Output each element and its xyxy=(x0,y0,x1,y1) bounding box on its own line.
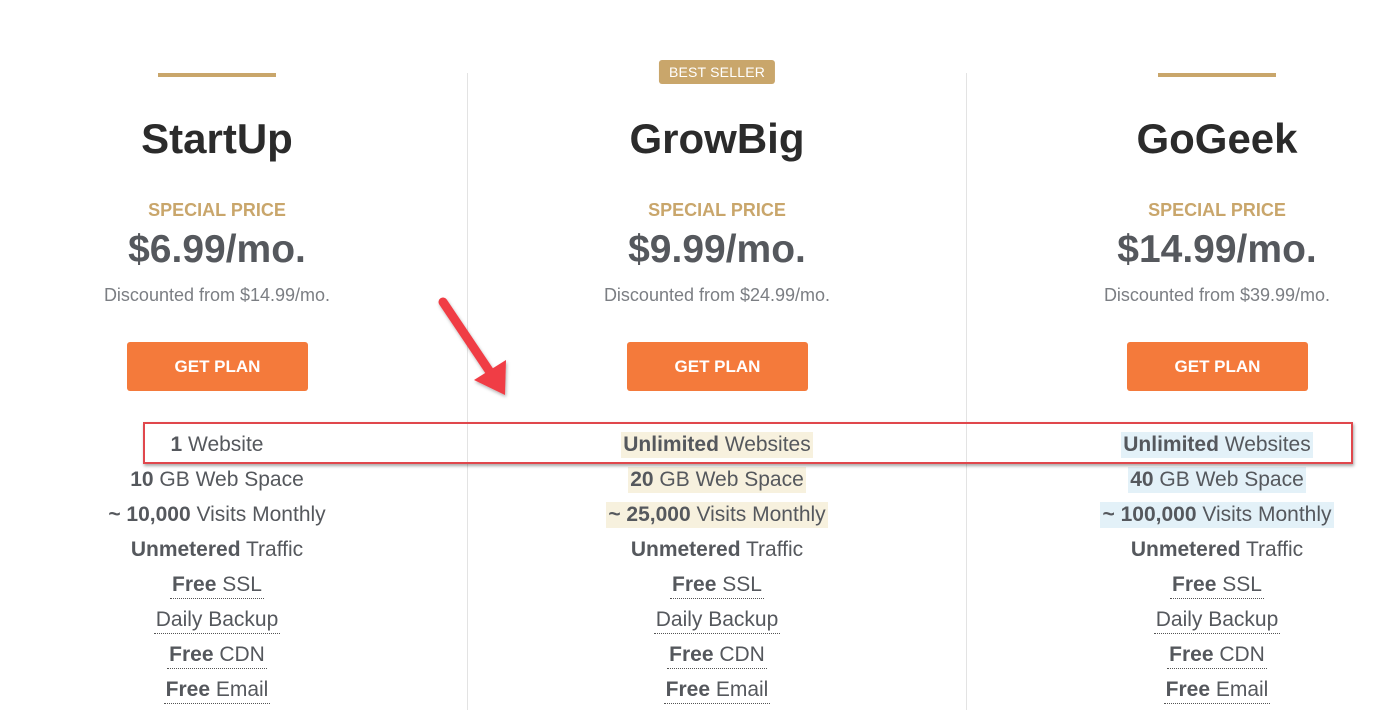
feature-traffic: Unmetered Traffic xyxy=(630,538,804,561)
pricing-plans: StartUp SPECIAL PRICE $6.99/mo. Discount… xyxy=(0,0,1393,710)
get-plan-button[interactable]: GET PLAN xyxy=(127,342,308,391)
plan-card-growbig: BEST SELLER GrowBig SPECIAL PRICE $9.99/… xyxy=(467,0,967,710)
special-price-label: SPECIAL PRICE xyxy=(148,200,286,220)
original-price: Discounted from $14.99/mo. xyxy=(103,285,331,305)
feature-cdn[interactable]: Free CDN xyxy=(0,640,467,675)
feature-visits: ~ 100,000 Visits Monthly xyxy=(1100,502,1334,528)
feature-email[interactable]: Free Email xyxy=(467,675,967,710)
feature-list: Unlimited Websites 40 GB Web Space ~ 100… xyxy=(967,430,1393,710)
feature-ssl[interactable]: Free SSL xyxy=(967,570,1393,605)
feature-web-space: 10 GB Web Space xyxy=(130,468,304,491)
plan-name: StartUp xyxy=(141,115,293,162)
plan-card-startup: StartUp SPECIAL PRICE $6.99/mo. Discount… xyxy=(0,0,467,710)
feature-web-space: 20 GB Web Space xyxy=(628,467,806,493)
feature-web-space: 40 GB Web Space xyxy=(1128,467,1306,493)
special-price-label: SPECIAL PRICE xyxy=(1148,200,1286,220)
feature-list: Unlimited Websites 20 GB Web Space ~ 25,… xyxy=(467,430,967,710)
feature-cdn[interactable]: Free CDN xyxy=(467,640,967,675)
feature-list: 1 Website 10 GB Web Space ~ 10,000 Visit… xyxy=(0,430,467,710)
feature-ssl[interactable]: Free SSL xyxy=(0,570,467,605)
feature-backup[interactable]: Daily Backup xyxy=(467,605,967,640)
feature-backup[interactable]: Daily Backup xyxy=(967,605,1393,640)
feature-ssl[interactable]: Free SSL xyxy=(467,570,967,605)
feature-backup[interactable]: Daily Backup xyxy=(0,605,467,640)
plan-price: $14.99/mo. xyxy=(1117,228,1317,271)
feature-traffic: Unmetered Traffic xyxy=(130,538,304,561)
special-price-label: SPECIAL PRICE xyxy=(648,200,786,220)
get-plan-button[interactable]: GET PLAN xyxy=(1127,342,1308,391)
accent-bar xyxy=(1158,73,1276,77)
plan-name: GrowBig xyxy=(629,115,805,162)
feature-visits: ~ 25,000 Visits Monthly xyxy=(606,502,828,528)
best-seller-badge: BEST SELLER xyxy=(658,60,776,84)
feature-cdn[interactable]: Free CDN xyxy=(967,640,1393,675)
original-price: Discounted from $24.99/mo. xyxy=(603,285,831,305)
get-plan-button[interactable]: GET PLAN xyxy=(627,342,808,391)
feature-traffic: Unmetered Traffic xyxy=(1130,538,1304,561)
original-price: Discounted from $39.99/mo. xyxy=(1103,285,1331,305)
feature-email[interactable]: Free Email xyxy=(967,675,1393,710)
plan-price: $6.99/mo. xyxy=(128,228,306,271)
plan-card-gogeek: GoGeek SPECIAL PRICE $14.99/mo. Discount… xyxy=(967,0,1393,710)
feature-websites: 1 Website xyxy=(170,433,264,456)
feature-visits: ~ 10,000 Visits Monthly xyxy=(108,503,326,526)
accent-bar xyxy=(158,73,276,77)
feature-email[interactable]: Free Email xyxy=(0,675,467,710)
feature-websites: Unlimited Websites xyxy=(621,432,813,458)
plan-name: GoGeek xyxy=(1136,115,1298,162)
plan-price: $9.99/mo. xyxy=(628,228,806,271)
feature-websites: Unlimited Websites xyxy=(1121,432,1313,458)
